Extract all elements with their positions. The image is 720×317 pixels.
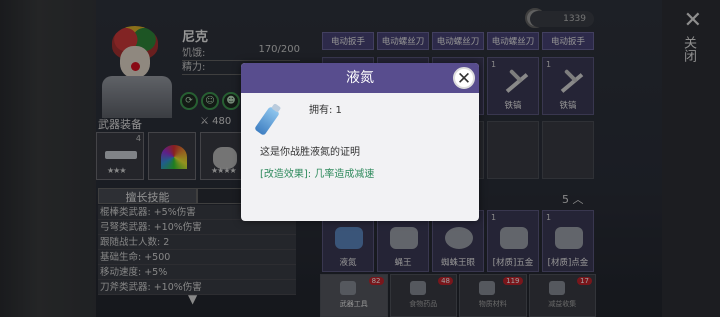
owned-count: 拥有: 1 — [309, 105, 342, 116]
item-detail-modal: 液氮 ✕ 拥有: 1 这是你战胜液氮的证明 [改造效果]: 几率造成减速 — [241, 63, 479, 221]
item-description: 这是你战胜液氮的证明 — [260, 147, 360, 158]
liquid-nitrogen-icon — [254, 106, 280, 136]
upgrade-effect: [改造效果]: 几率造成减速 — [260, 169, 375, 180]
item-image — [254, 103, 289, 136]
close-button[interactable]: ✕ — [453, 67, 475, 89]
modal-title: 液氮 — [241, 63, 479, 93]
